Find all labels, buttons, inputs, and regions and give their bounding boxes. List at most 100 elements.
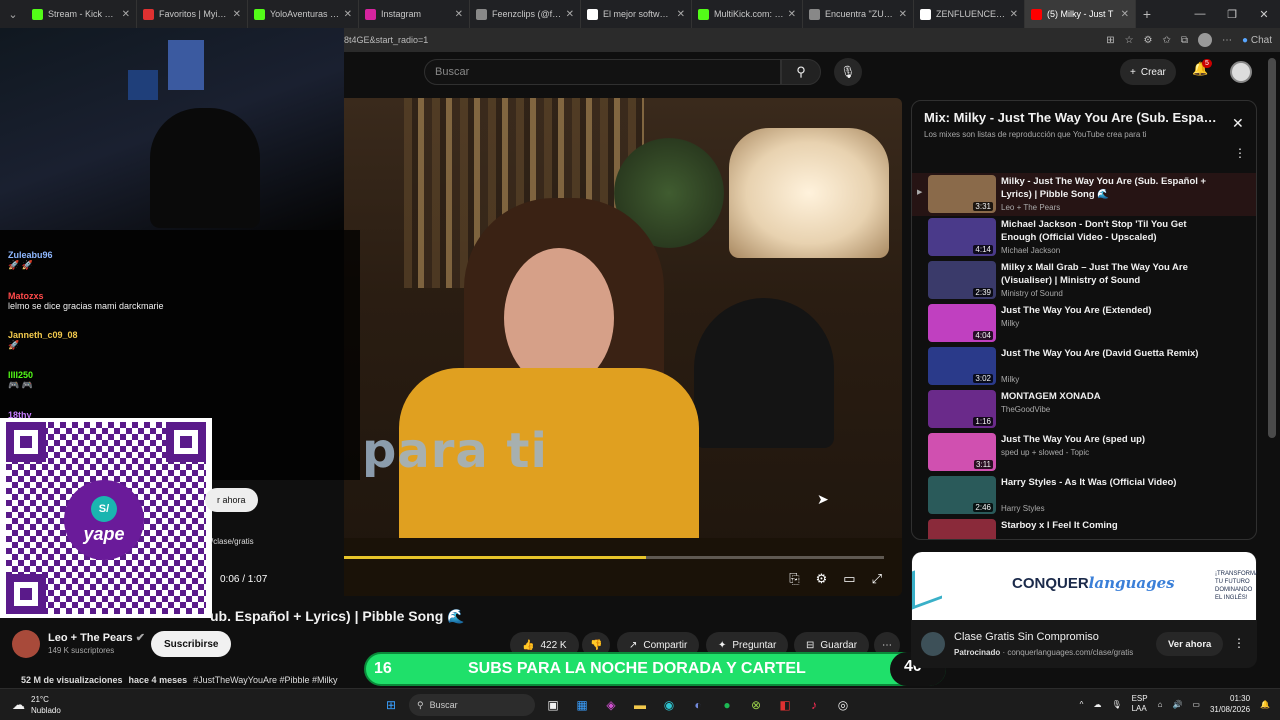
edge-icon[interactable]: ◉	[658, 694, 680, 716]
close-tab-icon[interactable]: ✕	[788, 9, 796, 20]
tab-list-menu-icon[interactable]: ⌄	[0, 0, 26, 28]
close-tab-icon[interactable]: ✕	[1010, 9, 1018, 20]
favorites-icon[interactable]: ✩	[1163, 35, 1171, 46]
subscribe-button[interactable]: Suscribirse	[151, 631, 232, 657]
obs-icon[interactable]: ◎	[832, 694, 854, 716]
playlist-thumbnail[interactable]: 2:39	[928, 261, 996, 299]
playlist-item-title[interactable]: Milky - Just The Way You Are (Sub. Españ…	[1001, 175, 1221, 201]
url-text[interactable]: 8t4GE&start_radio=1	[344, 35, 428, 45]
create-button[interactable]: + Crear	[1120, 59, 1176, 85]
ad-more-icon[interactable]: ⋮	[1233, 636, 1245, 650]
playlist-item-title[interactable]: Starboy x I Feel It Coming	[1001, 519, 1221, 532]
close-tab-icon[interactable]: ✕	[455, 9, 463, 20]
page-scrollbar[interactable]	[1268, 58, 1276, 438]
playlist-item-title[interactable]: Just The Way You Are (sped up)	[1001, 433, 1221, 446]
close-tab-icon[interactable]: ✕	[566, 9, 574, 20]
playlist-item-title[interactable]: Harry Styles - As It Was (Official Video…	[1001, 476, 1221, 489]
install-app-icon[interactable]: ⊞	[1106, 35, 1114, 46]
channel-avatar[interactable]	[12, 630, 40, 658]
user-avatar[interactable]	[1230, 61, 1252, 83]
fullscreen-icon[interactable]: ⤢	[872, 571, 882, 587]
browser-tab[interactable]: ZENFLUENCER (@ze ✕	[914, 0, 1025, 28]
video-ad-link[interactable]: /clase/gratis	[211, 537, 254, 546]
volume-icon[interactable]: 🔊	[1172, 700, 1182, 709]
browser-tab[interactable]: Instagram ✕	[359, 0, 470, 28]
playlist-thumbnail[interactable]: 1:16	[928, 390, 996, 428]
subtitles-icon[interactable]: ⎘	[789, 571, 799, 587]
bookmark-star-icon[interactable]: ☆	[1125, 35, 1134, 46]
task-view-icon[interactable]: ▣	[542, 694, 564, 716]
language-indicator[interactable]: ESP LAA	[1132, 694, 1148, 714]
hashtags[interactable]: #JustTheWayYouAre #Pibble #Milky	[193, 675, 337, 685]
close-tab-icon[interactable]: ✕	[677, 9, 685, 20]
playlist-thumbnail[interactable]: 4:14	[928, 218, 996, 256]
network-icon[interactable]: ⌂	[1158, 700, 1163, 709]
ad-banner-image[interactable]: CONQUERlanguages ¡TRANSFORMA TU FUTURO D…	[912, 552, 1257, 620]
playlist-item[interactable]: Starboy x I Feel It Coming	[912, 517, 1256, 539]
close-tab-icon[interactable]: ✕	[122, 9, 130, 20]
microphone-icon[interactable]: 🎙	[834, 58, 862, 86]
browser-tab[interactable]: Favoritos | Myinstant ✕	[137, 0, 248, 28]
more-icon[interactable]: ⋯	[1222, 35, 1232, 46]
browser-tab[interactable]: YoloAventuras Strea ✕	[248, 0, 359, 28]
more-vert-icon[interactable]: ⋮	[1234, 146, 1246, 160]
playlist-thumbnail[interactable]: 3:11	[928, 433, 996, 471]
file-explorer-icon[interactable]: ▬	[629, 694, 651, 716]
close-tab-icon[interactable]: ✕	[1121, 9, 1129, 20]
new-tab-button[interactable]: +	[1136, 6, 1158, 22]
restore-icon[interactable]: ❐	[1216, 8, 1248, 21]
playlist-item[interactable]: 1:16 MONTAGEM XONADA TheGoodVibe	[912, 388, 1256, 431]
spotify-icon[interactable]: ●	[716, 694, 738, 716]
playlist-item-title[interactable]: MONTAGEM XONADA	[1001, 390, 1221, 403]
app-icon[interactable]: ◧	[774, 694, 796, 716]
tiktok-icon[interactable]: ♪	[803, 694, 825, 716]
playlist-item[interactable]: ▶ 3:31 Milky - Just The Way You Are (Sub. …	[912, 173, 1256, 216]
browser-tab[interactable]: MultiKick.com: Watc ✕	[692, 0, 803, 28]
close-tab-icon[interactable]: ✕	[899, 9, 907, 20]
close-tab-icon[interactable]: ✕	[233, 9, 241, 20]
close-window-icon[interactable]: ✕	[1248, 8, 1280, 21]
discord-icon[interactable]: ◐	[687, 694, 709, 716]
playlist-item[interactable]: 3:02 Just The Way You Are (David Guetta R…	[912, 345, 1256, 388]
playlist-item[interactable]: 4:14 Michael Jackson - Don't Stop 'Til Yo…	[912, 216, 1256, 259]
playlist-thumbnail[interactable]: 4:04	[928, 304, 996, 342]
video-ad-ver-ahora-button[interactable]: r ahora	[205, 488, 258, 512]
taskbar-search[interactable]: ⚲ Buscar	[409, 694, 535, 716]
search-icon[interactable]: ⚲	[781, 59, 821, 85]
windows-start-icon[interactable]: ⊞	[380, 694, 402, 716]
playlist-item-title[interactable]: Just The Way You Are (David Guetta Remix…	[1001, 347, 1221, 360]
playlist-thumbnail[interactable]	[928, 519, 996, 539]
video-player[interactable]: para ti ⎘ ⚙ ▭ ⤢ ➤	[344, 98, 902, 596]
playlist-item-title[interactable]: Just The Way You Are (Extended)	[1001, 304, 1221, 317]
profile-avatar[interactable]	[1198, 33, 1213, 47]
playlist-item[interactable]: 3:11 Just The Way You Are (sped up) sped u…	[912, 431, 1256, 474]
channel-name[interactable]: Leo + The Pears ✔	[48, 631, 145, 644]
browser-tab[interactable]: (5) Milky - Just T ✕	[1025, 0, 1136, 28]
collections-icon[interactable]: ⧉	[1181, 35, 1188, 46]
playlist-thumbnail[interactable]: 2:46	[928, 476, 996, 514]
weather-widget[interactable]: ☁ 21°C Nublado	[12, 694, 61, 716]
close-tab-icon[interactable]: ✕	[344, 9, 352, 20]
ad-title[interactable]: Clase Gratis Sin Compromiso	[954, 631, 1099, 643]
browser-tab[interactable]: Feenzclips (@feenz ✕	[470, 0, 581, 28]
settings-gear-icon[interactable]: ⚙	[816, 571, 828, 587]
notification-icon[interactable]: 🔔	[1260, 700, 1270, 709]
playlist-item-title[interactable]: Michael Jackson - Don't Stop 'Til You Ge…	[1001, 218, 1221, 244]
browser-tab[interactable]: Stream - Kick Dashbo ✕	[26, 0, 137, 28]
browser-tab[interactable]: Encuentra "ZULLY" e ✕	[803, 0, 914, 28]
store-icon[interactable]: ▦	[571, 694, 593, 716]
xbox-icon[interactable]: ⊗	[745, 694, 767, 716]
minimize-icon[interactable]: —	[1184, 8, 1216, 20]
playlist-item[interactable]: 2:46 Harry Styles - As It Was (Official V…	[912, 474, 1256, 517]
sidebar-ad[interactable]: CONQUERlanguages ¡TRANSFORMA TU FUTURO D…	[911, 552, 1257, 668]
search-input[interactable]: Buscar	[424, 59, 781, 85]
video-meta[interactable]: 52 M de visualizaciones hace 4 meses #Just…	[21, 675, 338, 685]
progress-bar[interactable]	[344, 556, 884, 559]
copilot-chat-button[interactable]: ● Chat	[1242, 35, 1272, 46]
browser-tab[interactable]: El mejor software pa ✕	[581, 0, 692, 28]
clock[interactable]: 01:30 31/08/2026	[1210, 693, 1250, 715]
close-icon[interactable]: ✕	[1232, 115, 1244, 132]
battery-icon[interactable]: ▭	[1192, 700, 1200, 709]
playlist-item[interactable]: 2:39 Milky x Mall Grab – Just The Way You…	[912, 259, 1256, 302]
copilot-icon[interactable]: ◈	[600, 694, 622, 716]
